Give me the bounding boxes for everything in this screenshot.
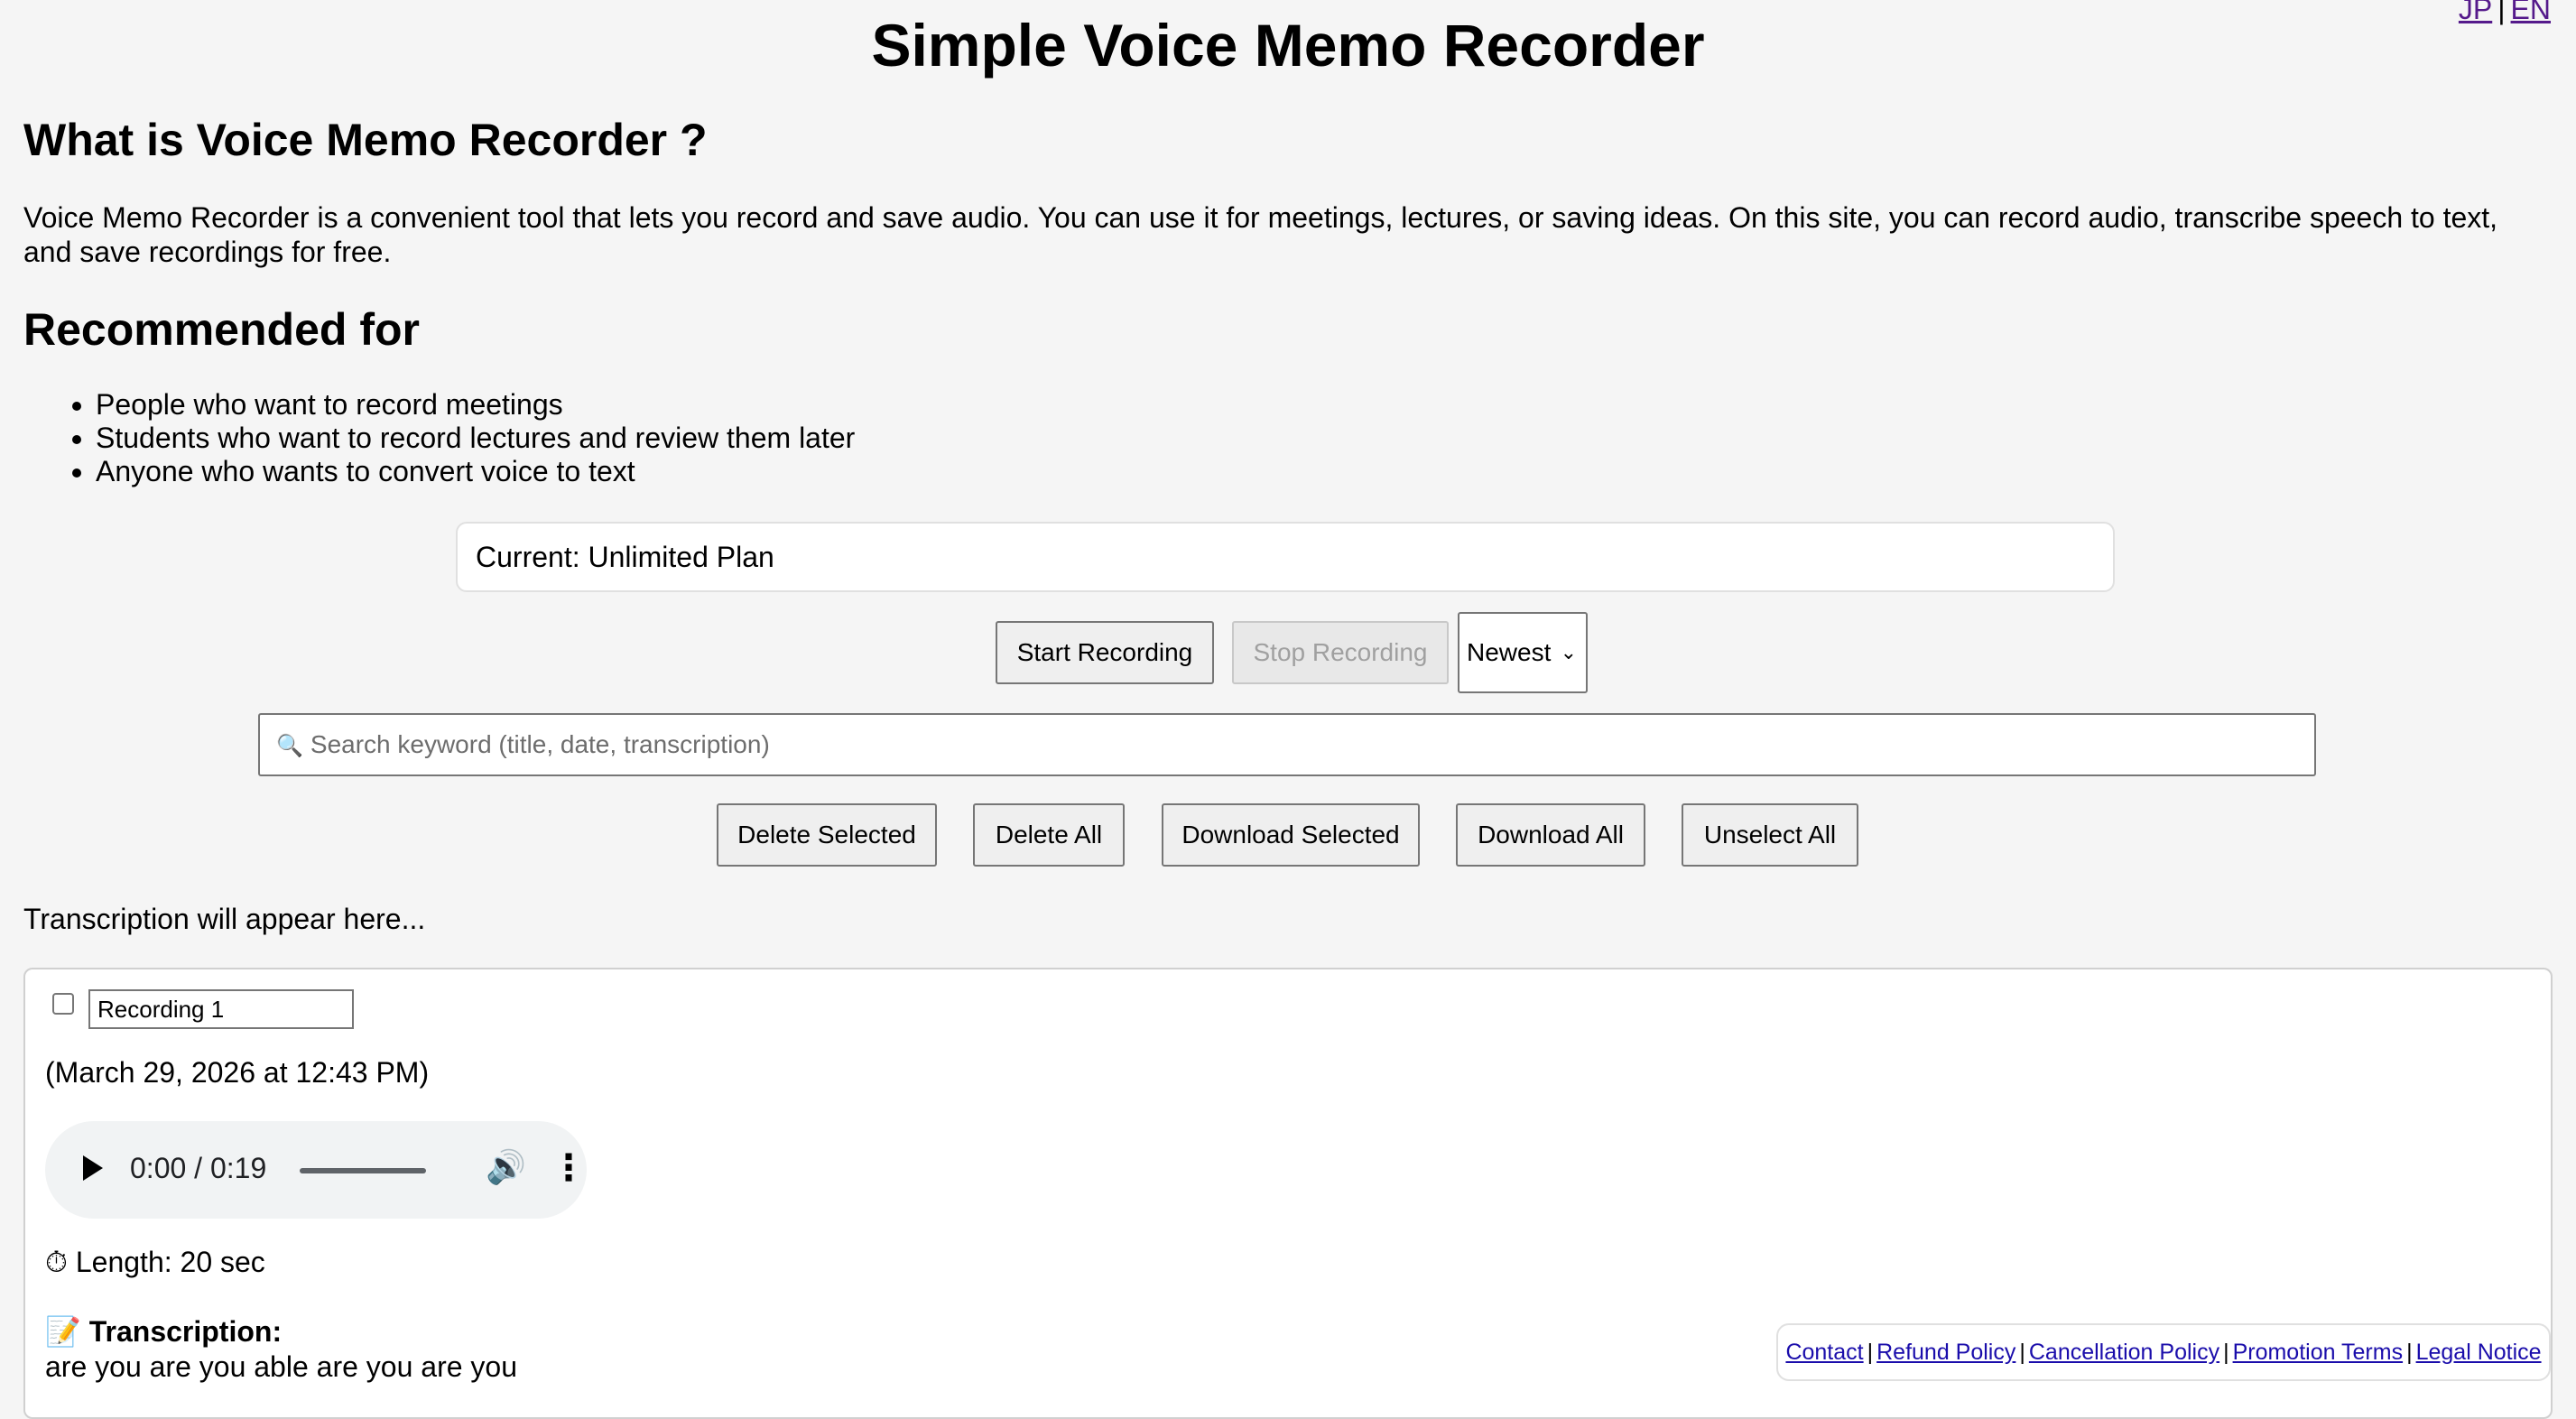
intro-text: Voice Memo Recorder is a convenient tool… [23, 201, 2498, 268]
volume-icon[interactable]: 🔊 [486, 1148, 526, 1186]
sort-order-select[interactable]: Newest ⌄ [1458, 612, 1588, 693]
refund-policy-link[interactable]: Refund Policy [1876, 1340, 2015, 1365]
contact-link[interactable]: Contact [1785, 1340, 1863, 1365]
play-icon[interactable] [83, 1155, 103, 1181]
download-all-button[interactable]: Download All [1456, 803, 1645, 867]
unselect-all-button[interactable]: Unselect All [1682, 803, 1858, 867]
sort-selected-value: Newest [1467, 638, 1552, 666]
footer-separator: | [2406, 1340, 2413, 1365]
footer-separator: | [2223, 1340, 2229, 1365]
cancellation-policy-link[interactable]: Cancellation Policy [2029, 1340, 2219, 1365]
footer-separator: | [1867, 1340, 1874, 1365]
recording-title-input[interactable]: Recording 1 [88, 989, 354, 1029]
current-plan-label: Current: Unlimited Plan [476, 541, 774, 573]
current-plan-box: Current: Unlimited Plan [456, 522, 2115, 592]
download-selected-button[interactable]: Download Selected [1162, 803, 1420, 867]
live-transcription-text: Transcription will appear here... [23, 903, 426, 935]
recording-select-checkbox[interactable] [52, 993, 74, 1015]
timer-icon: ⏱ [45, 1246, 68, 1278]
start-recording-button[interactable]: Start Recording [996, 621, 1214, 684]
audio-player: 0:00 / 0:19 🔊 ⋮ [45, 1121, 587, 1219]
promotion-terms-link[interactable]: Promotion Terms [2233, 1340, 2404, 1365]
transcription-label: 📝 Transcription: [45, 1314, 282, 1349]
recording-length: ⏱ Length: 20 sec [45, 1246, 265, 1280]
list-item: Students who want to record lectures and… [96, 422, 855, 455]
player-time: 0:00 / 0:19 [130, 1152, 267, 1184]
footer-links: Contact | Refund Policy | Cancellation Polic… [1776, 1323, 2551, 1381]
recording-length-text: Length: 20 sec [75, 1246, 265, 1278]
memo-icon: 📝 [45, 1315, 81, 1348]
recommended-heading: Recommended for [23, 304, 420, 355]
recording-date: (March 29, 2026 at 12:43 PM) [45, 1056, 430, 1089]
search-input[interactable]: 🔍 Search keyword (title, date, transcript… [258, 713, 2316, 776]
transcription-label-text: Transcription: [88, 1315, 283, 1348]
list-item: People who want to record meetings [96, 388, 855, 422]
chevron-down-icon: ⌄ [1560, 641, 1577, 663]
footer-separator: | [2019, 1340, 2025, 1365]
recommended-list: People who want to record meetings Stude… [23, 388, 855, 488]
search-placeholder: Search keyword (title, date, transcripti… [310, 730, 770, 758]
delete-selected-button[interactable]: Delete Selected [717, 803, 937, 867]
delete-all-button[interactable]: Delete All [973, 803, 1125, 867]
more-options-icon[interactable]: ⋮ [551, 1141, 587, 1195]
audio-progress-slider[interactable] [300, 1168, 426, 1173]
intro-heading: What is Voice Memo Recorder ? [23, 115, 708, 165]
transcription-text: are you are you able are you are you [45, 1350, 517, 1383]
page-title: Simple Voice Memo Recorder [871, 12, 1705, 79]
stop-recording-button[interactable]: Stop Recording [1232, 621, 1449, 684]
search-icon: 🔍 [276, 734, 303, 758]
legal-notice-link[interactable]: Legal Notice [2416, 1340, 2542, 1365]
list-item: Anyone who wants to convert voice to tex… [96, 455, 855, 488]
